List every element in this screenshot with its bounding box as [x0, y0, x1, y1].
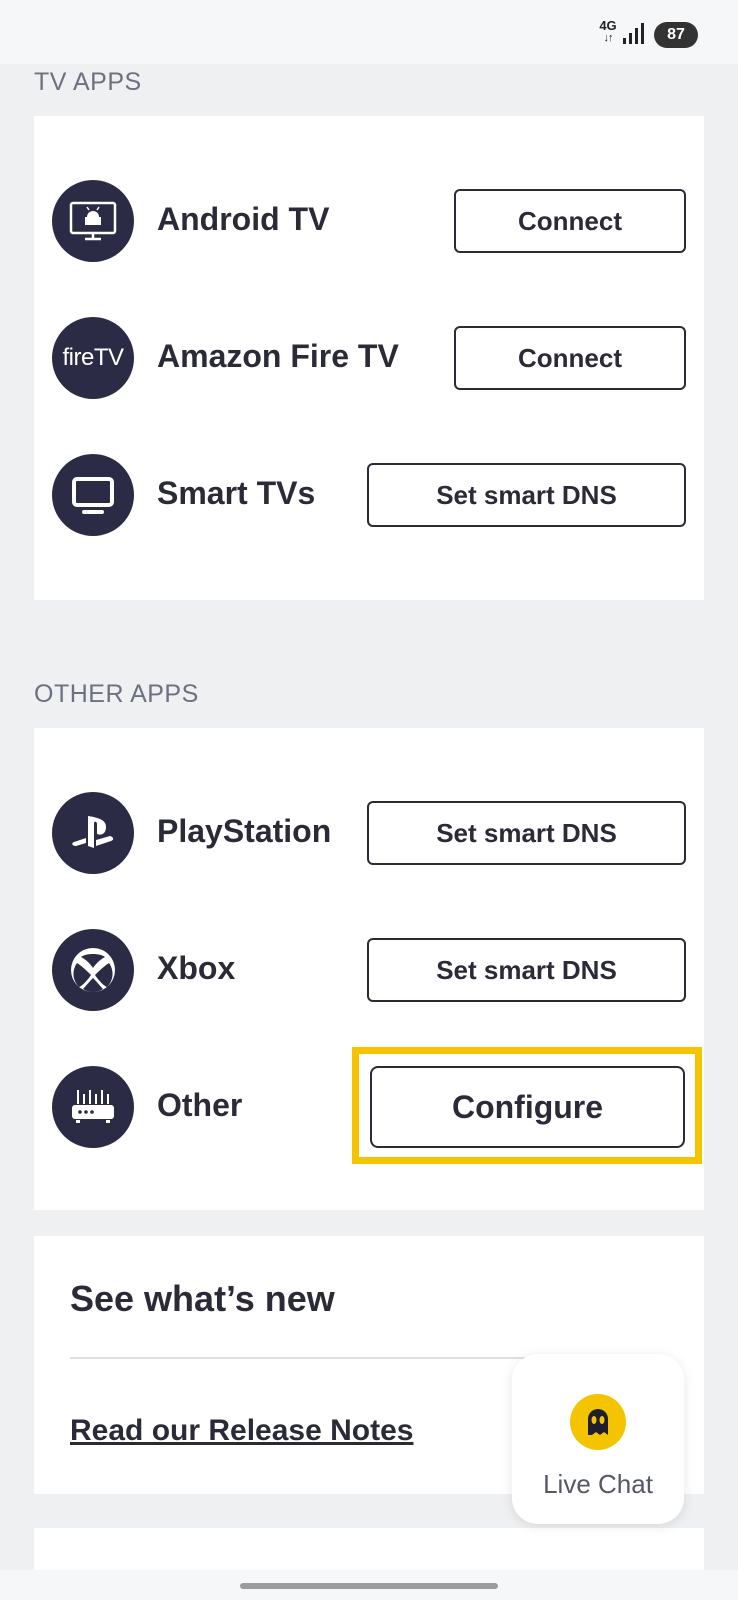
- network-indicator: 4G ↓↑: [596, 18, 620, 46]
- app-row-android-tv: Android TV Connect: [52, 180, 686, 262]
- app-label: Android TV: [157, 201, 330, 237]
- fire-tv-logo-text: fireTV: [62, 344, 124, 371]
- app-row-xbox: Xbox Set smart DNS: [52, 929, 686, 1011]
- app-label: Xbox: [157, 950, 236, 986]
- fire-tv-icon: fireTV: [52, 317, 134, 399]
- release-notes-link[interactable]: Read our Release Notes: [70, 1414, 413, 1448]
- connect-button-amazon-fire-tv[interactable]: Connect: [454, 326, 686, 390]
- set-smart-dns-button-playstation[interactable]: Set smart DNS: [367, 801, 686, 865]
- status-bar: 4G ↓↑ 87: [0, 0, 738, 64]
- live-chat-button[interactable]: Live Chat: [512, 1354, 684, 1524]
- configure-button[interactable]: Configure: [370, 1066, 685, 1148]
- battery-indicator: 87: [654, 22, 698, 48]
- app-row-playstation: PlayStation Set smart DNS: [52, 792, 686, 874]
- data-arrows-icon: ↓↑: [603, 32, 614, 44]
- set-smart-dns-button-smart-tvs[interactable]: Set smart DNS: [367, 463, 686, 527]
- app-label: Smart TVs: [157, 475, 316, 511]
- playstation-icon: [52, 792, 134, 874]
- android-tv-icon: [52, 180, 134, 262]
- section-title-tv-apps: TV APPS: [34, 68, 142, 96]
- tv-monitor-icon: [52, 454, 134, 536]
- ghost-icon: [570, 1394, 626, 1450]
- live-chat-label: Live Chat: [543, 1469, 653, 1499]
- set-smart-dns-button-xbox[interactable]: Set smart DNS: [367, 938, 686, 1002]
- app-row-amazon-fire-tv: fireTV Amazon Fire TV Connect: [52, 317, 686, 399]
- whats-new-title: See what’s new: [70, 1278, 335, 1319]
- app-row-smart-tvs: Smart TVs Set smart DNS: [52, 454, 686, 536]
- home-indicator[interactable]: [240, 1583, 498, 1589]
- network-type: 4G: [599, 18, 617, 33]
- xbox-icon: [52, 929, 134, 1011]
- app-label: Other: [157, 1087, 243, 1123]
- connect-button-android-tv[interactable]: Connect: [454, 189, 686, 253]
- app-label: PlayStation: [157, 813, 332, 849]
- app-label: Amazon Fire TV: [157, 338, 399, 374]
- signal-icon: [623, 23, 644, 44]
- router-icon: [52, 1066, 134, 1148]
- section-title-other-apps: OTHER APPS: [34, 680, 199, 708]
